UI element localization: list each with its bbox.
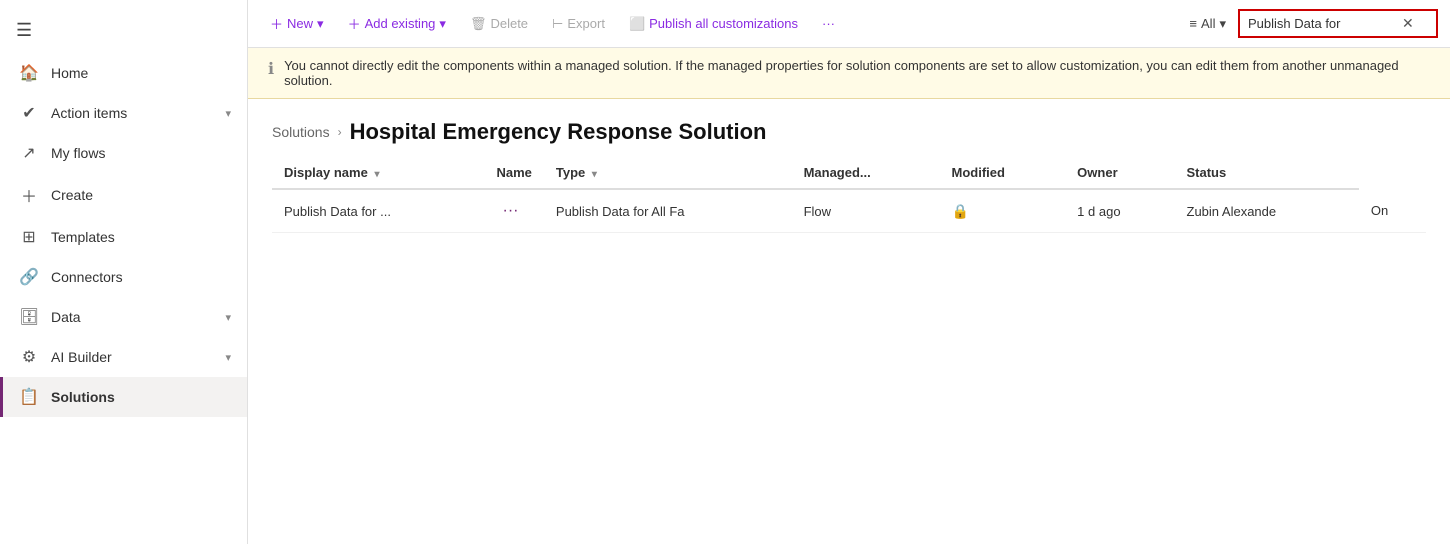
close-icon[interactable]: ✕ <box>1402 15 1414 32</box>
row-more-button[interactable]: ··· <box>496 200 524 222</box>
sidebar-item-label: AI Builder <box>51 349 112 365</box>
chevron-down-icon: ▾ <box>439 16 446 32</box>
chevron-down-icon: ▾ <box>1219 16 1226 32</box>
column-owner: Owner <box>1065 157 1174 189</box>
search-input[interactable] <box>1248 16 1398 31</box>
sidebar-item-data[interactable]: 🗄 Data ▾ <box>0 297 247 337</box>
breadcrumb-chevron-icon: › <box>338 125 342 139</box>
sidebar-item-label: Templates <box>51 229 115 245</box>
chevron-down-icon: ▾ <box>317 16 324 32</box>
sidebar-item-label: Home <box>51 65 88 81</box>
filter-button[interactable]: ≡ All ▾ <box>1181 12 1234 36</box>
column-status: Status <box>1175 157 1359 189</box>
add-existing-button[interactable]: ＋ Add existing ▾ <box>338 8 456 39</box>
templates-icon: ⊞ <box>19 227 39 247</box>
chevron-down-icon: ▾ <box>225 107 231 120</box>
filter-icon: ≡ <box>1189 16 1197 31</box>
ai-builder-icon: ⚙ <box>19 347 39 367</box>
cell-owner: Zubin Alexande <box>1175 189 1359 233</box>
sidebar-item-home[interactable]: 🏠 Home <box>0 53 247 93</box>
warning-text: You cannot directly edit the components … <box>284 58 1430 88</box>
main-content: ＋ New ▾ ＋ Add existing ▾ 🗑 Delete ⊢ Expo… <box>248 0 1450 544</box>
sidebar: ☰ 🏠 Home ✔ Action items ▾ ↗ My flows ＋ C… <box>0 0 248 544</box>
cell-modified: 1 d ago <box>1065 189 1174 233</box>
sidebar-item-ai-builder[interactable]: ⚙ AI Builder ▾ <box>0 337 247 377</box>
breadcrumb-current: Hospital Emergency Response Solution <box>350 119 767 145</box>
publish-all-button[interactable]: ⬜ Publish all customizations <box>619 10 808 38</box>
toolbar: ＋ New ▾ ＋ Add existing ▾ 🗑 Delete ⊢ Expo… <box>248 0 1450 48</box>
sidebar-item-label: Connectors <box>51 269 123 285</box>
sidebar-item-my-flows[interactable]: ↗ My flows <box>0 133 247 173</box>
breadcrumb: Solutions › Hospital Emergency Response … <box>248 99 1450 157</box>
status-badge: On <box>1371 203 1388 218</box>
sidebar-item-label: Data <box>51 309 81 325</box>
export-icon: ⊢ <box>552 16 563 32</box>
sort-icon: ▾ <box>374 169 379 180</box>
search-box: ✕ <box>1238 9 1438 38</box>
new-button[interactable]: ＋ New ▾ <box>260 8 334 39</box>
chevron-down-icon: ▾ <box>225 351 231 364</box>
cell-display-name: Publish Data for ... <box>272 189 484 233</box>
warning-banner: ℹ You cannot directly edit the component… <box>248 48 1450 99</box>
plus-icon: ＋ <box>348 14 361 33</box>
sidebar-item-label: Action items <box>51 105 127 121</box>
publish-icon: ⬜ <box>629 16 645 32</box>
table-container: Display name ▾ Name Type ▾ Managed... Mo <box>248 157 1450 544</box>
home-icon: 🏠 <box>19 63 39 83</box>
data-icon: 🗄 <box>19 307 39 327</box>
breadcrumb-solutions-link[interactable]: Solutions <box>272 124 330 140</box>
lock-icon: 🔒 <box>952 203 969 219</box>
connectors-icon: 🔗 <box>19 267 39 287</box>
delete-button[interactable]: 🗑 Delete <box>460 10 538 38</box>
sidebar-item-label: My flows <box>51 145 105 161</box>
cell-more-button: ··· <box>484 189 543 233</box>
chevron-down-icon: ▾ <box>225 311 231 324</box>
cell-type: Flow <box>792 189 940 233</box>
sidebar-item-create[interactable]: ＋ Create <box>0 173 247 217</box>
column-name: Name <box>484 157 543 189</box>
solutions-table: Display name ▾ Name Type ▾ Managed... Mo <box>272 157 1426 233</box>
solutions-icon: 📋 <box>19 387 39 407</box>
cell-name: Publish Data for All Fa <box>544 189 792 233</box>
action-items-icon: ✔ <box>19 103 39 123</box>
create-icon: ＋ <box>19 183 39 207</box>
delete-icon: 🗑 <box>470 16 487 32</box>
table-row[interactable]: Publish Data for ... ··· Publish Data fo… <box>272 189 1426 233</box>
sort-icon: ▾ <box>592 169 597 180</box>
my-flows-icon: ↗ <box>19 143 39 163</box>
column-managed: Managed... <box>792 157 940 189</box>
column-type[interactable]: Type ▾ <box>544 157 792 189</box>
hamburger-button[interactable]: ☰ <box>0 8 247 53</box>
column-display-name[interactable]: Display name ▾ <box>272 157 484 189</box>
column-modified: Modified <box>940 157 1066 189</box>
sidebar-item-label: Create <box>51 187 93 203</box>
info-icon: ℹ <box>268 59 274 79</box>
export-button[interactable]: ⊢ Export <box>542 10 615 38</box>
more-button[interactable]: ··· <box>812 10 845 37</box>
plus-icon: ＋ <box>270 14 283 33</box>
cell-managed: 🔒 <box>940 189 1066 233</box>
sidebar-item-label: Solutions <box>51 389 115 405</box>
sidebar-item-action-items[interactable]: ✔ Action items ▾ <box>0 93 247 133</box>
table-header-row: Display name ▾ Name Type ▾ Managed... Mo <box>272 157 1426 189</box>
sidebar-item-templates[interactable]: ⊞ Templates <box>0 217 247 257</box>
sidebar-item-solutions[interactable]: 📋 Solutions <box>0 377 247 417</box>
cell-status: On <box>1359 189 1426 233</box>
sidebar-item-connectors[interactable]: 🔗 Connectors <box>0 257 247 297</box>
